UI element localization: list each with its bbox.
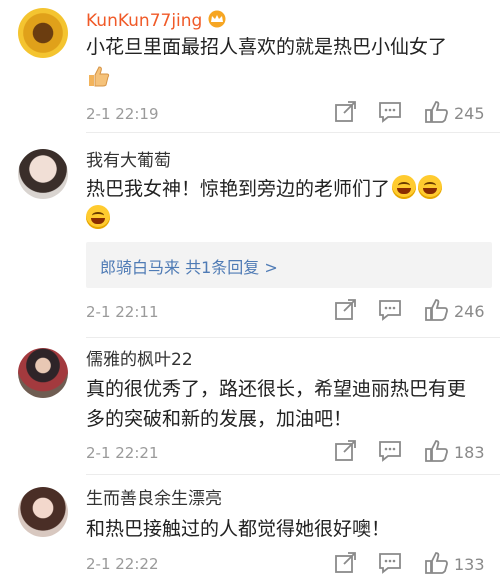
laugh-emoji-icon	[86, 205, 110, 229]
share-icon[interactable]	[333, 298, 359, 322]
username[interactable]: 生而善良余生漂亮	[86, 488, 222, 510]
like-icon[interactable]	[424, 298, 450, 322]
comment-text: 小花旦里面最招人喜欢的就是热巴小仙女了	[86, 32, 486, 92]
like-icon[interactable]	[424, 551, 450, 575]
reply-preview[interactable]: 郎骑白马来 共1条回复 >	[86, 242, 492, 288]
share-icon[interactable]	[333, 551, 359, 575]
comment-item: 我有大葡萄 热巴我女神！惊艳到旁边的老师们了 郎骑白马来 共1条回复 > 2-1…	[0, 133, 500, 337]
timestamp: 2-1 22:19	[86, 105, 159, 123]
like-count: 183	[454, 443, 485, 462]
username[interactable]: KunKun77jing	[86, 10, 228, 32]
username[interactable]: 我有大葡萄	[86, 150, 171, 172]
like-icon[interactable]	[424, 100, 450, 124]
comment-text: 热巴我女神！惊艳到旁边的老师们了	[86, 174, 486, 234]
timestamp: 2-1 22:21	[86, 444, 159, 462]
laugh-emoji-icon	[418, 175, 443, 199]
reply-link[interactable]: 郎骑白马来 共1条回复 >	[100, 254, 278, 278]
timestamp: 2-1 22:22	[86, 555, 159, 573]
like-count: 246	[454, 302, 485, 321]
laugh-emoji-icon	[392, 175, 417, 199]
share-icon[interactable]	[333, 439, 359, 463]
username[interactable]: 儒雅的枫叶22	[86, 349, 193, 371]
comment-item: 儒雅的枫叶22 真的很优秀了，路还很长，希望迪丽热巴有更多的突破和新的发展，加油…	[0, 338, 500, 474]
comment-text: 真的很优秀了，路还很长，希望迪丽热巴有更多的突破和新的发展，加油吧！	[86, 378, 467, 430]
avatar[interactable]	[18, 487, 68, 537]
share-icon[interactable]	[333, 100, 359, 124]
like-icon[interactable]	[424, 439, 450, 463]
thumbs-up-emoji-icon	[89, 66, 110, 87]
like-count: 245	[454, 104, 485, 123]
comment-icon[interactable]	[377, 551, 403, 575]
comment-item: 生而善良余生漂亮 和热巴接触过的人都觉得她很好噢！ 2-1 22:22 133	[0, 475, 500, 584]
avatar[interactable]	[18, 149, 68, 199]
like-count: 133	[454, 555, 485, 574]
crown-badge-icon	[208, 10, 226, 28]
avatar[interactable]	[18, 348, 68, 398]
comment-icon[interactable]	[377, 298, 403, 322]
comment-text: 和热巴接触过的人都觉得她很好噢！	[86, 518, 391, 540]
comment-icon[interactable]	[377, 439, 403, 463]
timestamp: 2-1 22:11	[86, 303, 159, 321]
avatar[interactable]	[18, 8, 68, 58]
comment-icon[interactable]	[377, 100, 403, 124]
comment-item: KunKun77jing 小花旦里面最招人喜欢的就是热巴小仙女了 2-1 22:…	[0, 0, 500, 132]
